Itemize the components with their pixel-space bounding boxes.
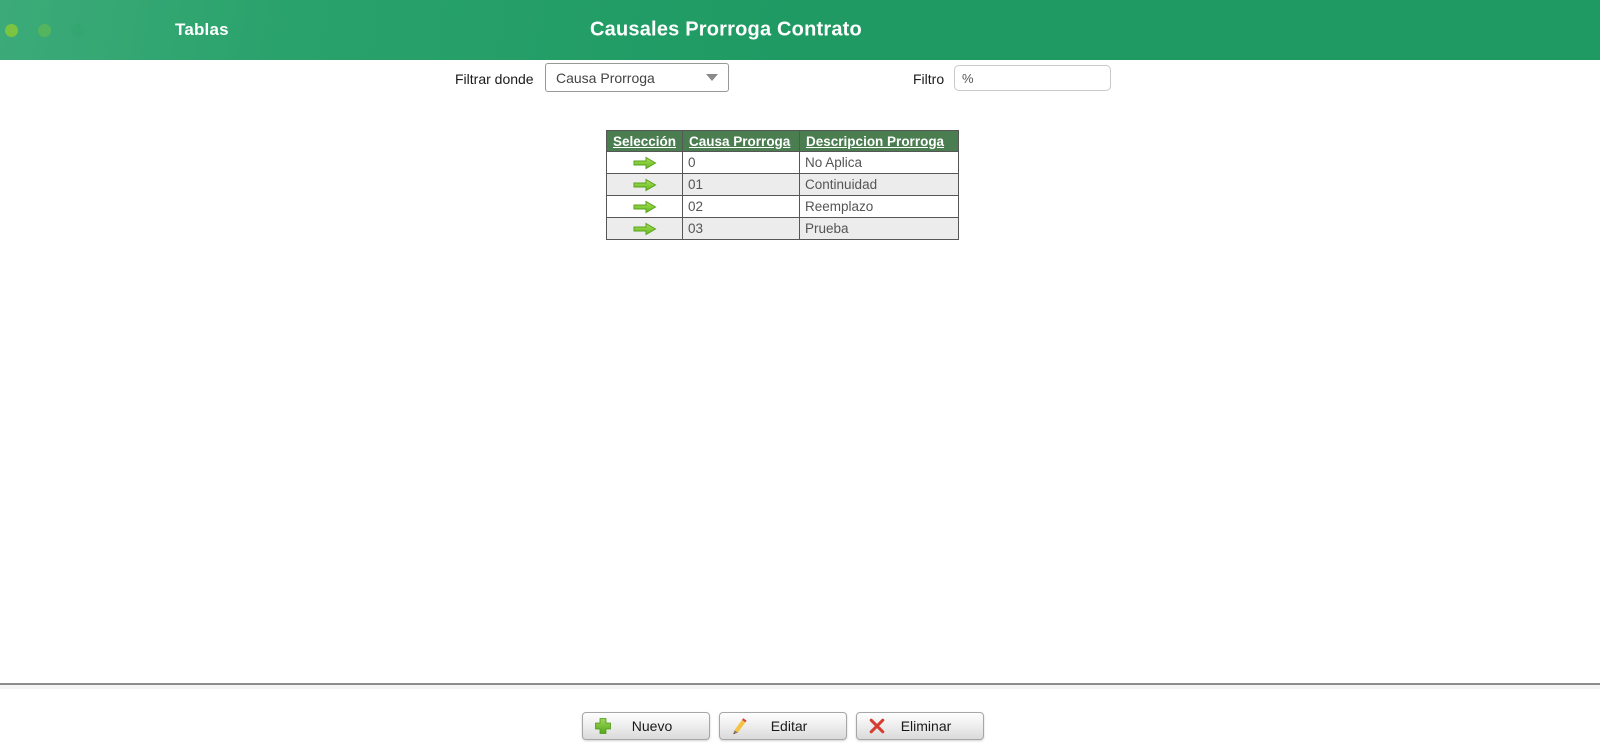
select-arrow-icon [633,200,657,214]
nuevo-button[interactable]: Nuevo [582,712,710,740]
row-select-button[interactable] [607,218,683,240]
column-header-descripcion[interactable]: Descripcion Prorroga [800,131,959,152]
window-dot-icon[interactable] [71,24,84,37]
table-header-row: Selección Causa Prorroga Descripcion Pro… [607,131,959,152]
header-bar: Tablas Causales Prorroga Contrato [0,0,1600,60]
x-icon [867,716,887,736]
column-header-causa[interactable]: Causa Prorroga [683,131,800,152]
cell-descripcion: Continuidad [800,174,959,196]
filtro-input[interactable] [954,65,1111,91]
row-select-button[interactable] [607,152,683,174]
plus-icon [593,716,613,736]
row-select-button[interactable] [607,196,683,218]
table-body: 0 No Aplica 01 Continuidad [607,152,959,240]
causales-table: Selección Causa Prorroga Descripcion Pro… [606,130,959,240]
window-dot-icon[interactable] [5,24,18,37]
app-title: Tablas [175,20,229,40]
eliminar-button-label: Eliminar [887,718,973,734]
nuevo-button-label: Nuevo [613,718,699,734]
cell-causa: 02 [683,196,800,218]
table-row: 0 No Aplica [607,152,959,174]
table-row: 03 Prueba [607,218,959,240]
select-arrow-icon [633,178,657,192]
cell-causa: 01 [683,174,800,196]
eliminar-button[interactable]: Eliminar [856,712,984,740]
table-row: 01 Continuidad [607,174,959,196]
app-window: Tablas Causales Prorroga Contrato Filtra… [0,0,1600,756]
cell-causa: 0 [683,152,800,174]
window-dot-icon[interactable] [38,24,51,37]
chevron-down-icon [706,74,718,81]
select-arrow-icon [633,156,657,170]
filtro-label: Filtro [913,71,944,87]
column-header-seleccion[interactable]: Selección [607,131,683,152]
page-title: Causales Prorroga Contrato [590,19,862,42]
window-dots [5,24,84,37]
filter-where-selected-value: Causa Prorroga [556,70,706,86]
editar-button-label: Editar [750,718,836,734]
cell-causa: 03 [683,218,800,240]
pencil-icon [730,716,750,736]
cell-descripcion: Prueba [800,218,959,240]
cell-descripcion: Reemplazo [800,196,959,218]
row-select-button[interactable] [607,174,683,196]
footer-divider-soft [0,685,1600,689]
editar-button[interactable]: Editar [719,712,847,740]
select-arrow-icon [633,222,657,236]
footer-button-bar: Nuevo Editar Eliminar [582,712,984,740]
filter-where-label: Filtrar donde [455,71,534,87]
table-row: 02 Reemplazo [607,196,959,218]
cell-descripcion: No Aplica [800,152,959,174]
filter-where-select[interactable]: Causa Prorroga [545,63,729,92]
